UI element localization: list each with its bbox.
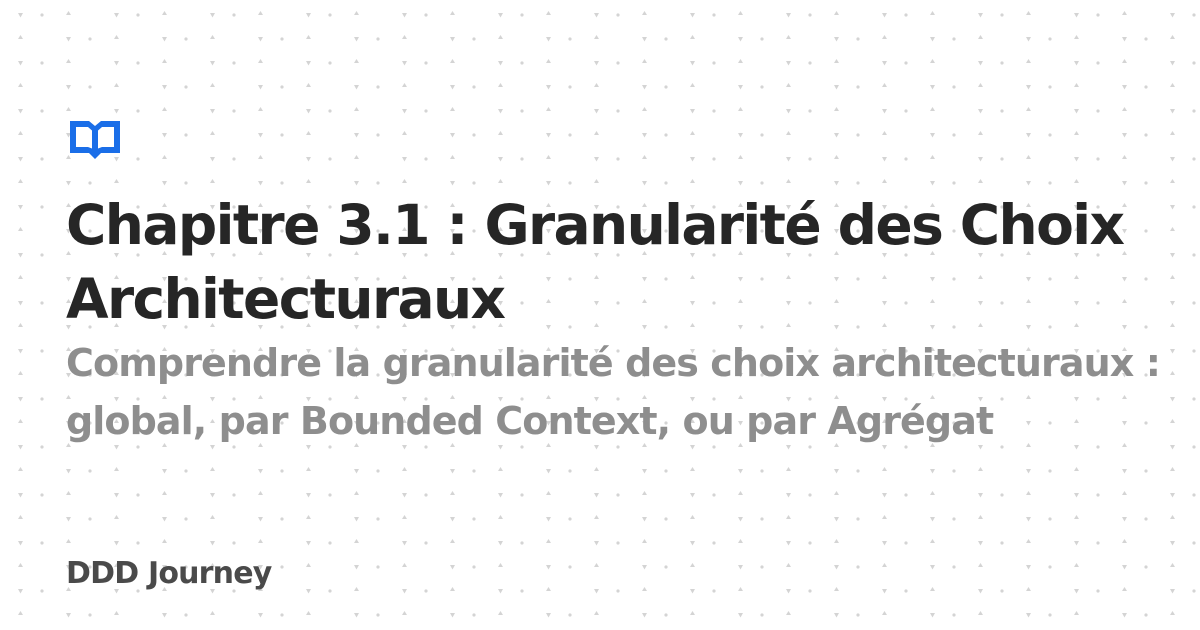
page-subtitle: Comprendre la granularité des choix arch… (66, 341, 1161, 443)
site-name: DDD Journey (66, 556, 272, 591)
open-book-icon (70, 121, 120, 159)
page-title: Chapitre 3.1 : Granularité des Choix Arc… (66, 193, 1125, 331)
